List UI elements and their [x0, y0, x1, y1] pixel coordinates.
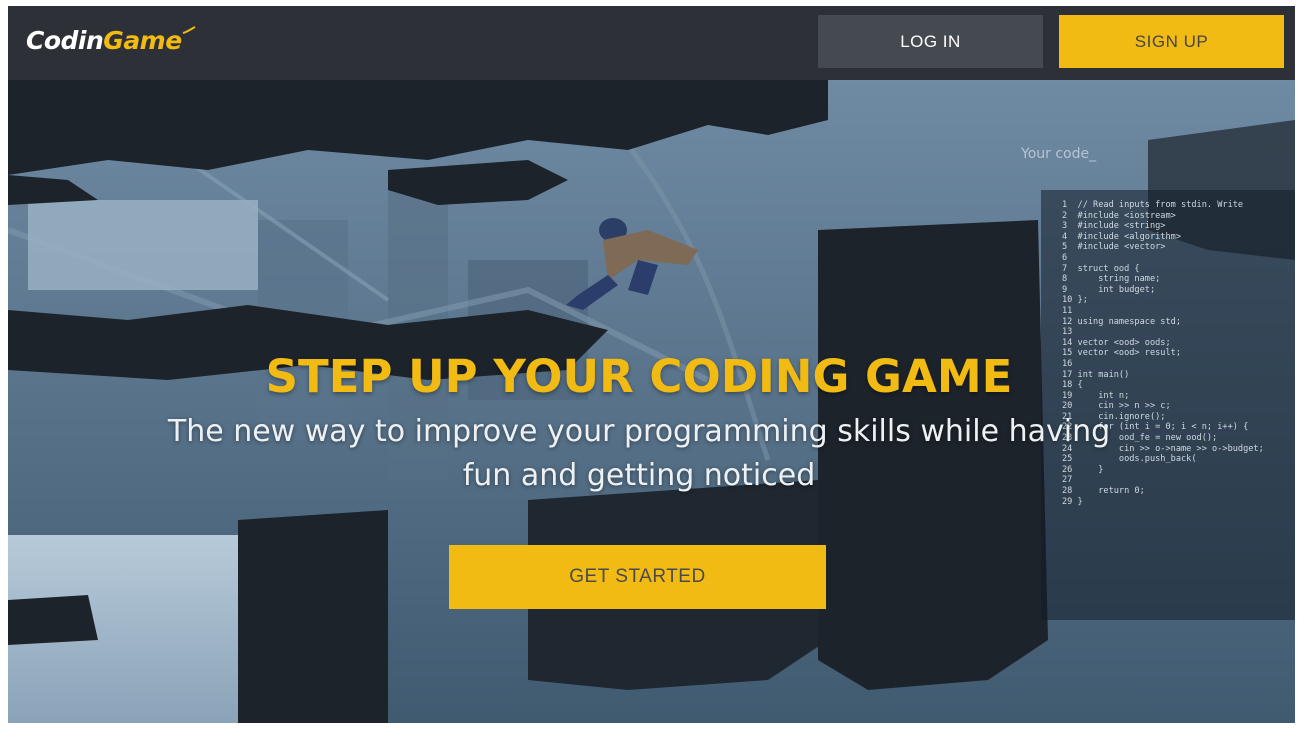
code-line: 5 #include <vector> [1062, 242, 1166, 253]
hero-subtitle: The new way to improve your programming … [167, 414, 1111, 493]
code-line: 13 [1062, 327, 1073, 338]
code-line: 9 int budget; [1062, 284, 1156, 295]
code-line: 1 // Read inputs from stdin. Write [1062, 200, 1244, 210]
logo-text-game: Game [103, 26, 182, 55]
code-line: 6 [1062, 252, 1068, 263]
code-line: 7 struct ood { [1062, 263, 1140, 274]
code-line: 29 } [1062, 496, 1083, 507]
code-line: 10 }; [1062, 295, 1088, 306]
signup-button[interactable]: SIGN UP [1059, 15, 1284, 68]
login-button[interactable]: LOG IN [818, 15, 1043, 68]
code-line: 11 [1062, 305, 1073, 316]
logo-swoosh-icon [182, 26, 196, 34]
code-line: 8 string name; [1062, 274, 1161, 285]
hero-section: Your code_ 1 // Read inputs from stdin. … [8, 80, 1295, 723]
code-line: 12 using namespace std; [1062, 316, 1181, 327]
logo-text-codin: Codin [26, 26, 104, 55]
code-line: 4 #include <algorithm> [1062, 231, 1181, 242]
code-line: 14 vector <ood> oods; [1062, 337, 1171, 348]
code-panel-label: Your code_ [1021, 146, 1097, 162]
get-started-button[interactable]: GET STARTED [449, 545, 826, 609]
top-navbar: CodinGame LOG IN SIGN UP [8, 6, 1295, 80]
code-line: 3 #include <string> [1062, 221, 1166, 232]
page-frame: CodinGame LOG IN SIGN UP Your code_ 1 //… [8, 6, 1295, 723]
codingame-logo[interactable]: CodinGame [26, 24, 196, 58]
hero-title: STEP UP YOUR CODING GAME [265, 350, 1013, 403]
code-line: 2 #include <iostream> [1062, 210, 1176, 221]
